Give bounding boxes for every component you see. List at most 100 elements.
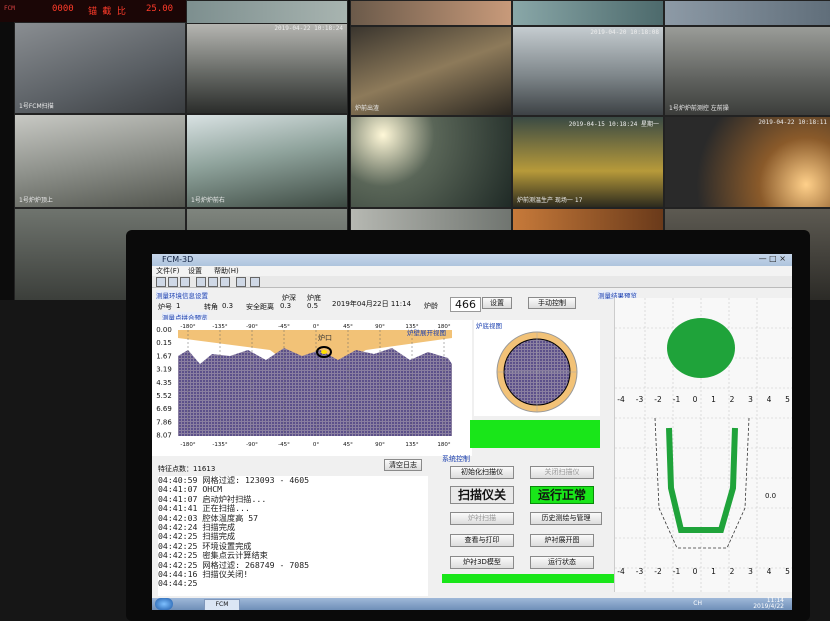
bottom-view-chart: 炉底视图 [476,321,578,413]
camera-feed: 1号炉炉前右 [186,114,348,208]
age-value: 466 [450,297,481,312]
result-x-ticks-top: -4 -3 -2 -1 0 1 2 3 4 5 [617,395,790,404]
angle-label: 转角 [204,303,218,311]
new-file-icon[interactable] [156,277,166,287]
wall-panel-value: 25.00 [146,4,174,14]
bottom-view-panel: 炉底视图 [474,320,600,416]
status-indicator-green [470,420,600,448]
x-tick-label: -2 [654,567,662,576]
help-icon[interactable] [250,277,260,287]
paste-icon[interactable] [220,277,230,287]
depth-tick-label: 0.15 [156,339,172,347]
angle-tick-label: -45° [278,442,290,448]
camera-label: 1号炉炉顶上 [19,197,53,204]
result-right-value: 0.0 [765,492,776,500]
angle-tick-label: 0° [313,442,319,448]
toolbar [152,276,792,288]
age-label: 炉龄 [424,302,438,310]
camera-label: 1号炉炉前测控 左前操 [669,105,729,112]
furnace-mouth-dot [321,350,327,354]
camera-feed: 2019-04-20 10:18:08 [512,26,664,116]
safety-value: 0.3 [280,302,292,310]
unfold-view-panel: -180° -135° -90° -45° 0° 45° 90° 135° 180° -180°… [152,320,472,456]
safety-label: 安全距离 [246,303,274,311]
camera-feed: 2019-04-22 10:18:11 [664,116,830,208]
x-tick-label: -3 [636,567,644,576]
start-button-icon[interactable] [155,598,173,610]
open-folder-icon[interactable] [168,277,178,287]
depth-tick-label: 6.69 [156,405,172,413]
depth-tick-label: 0.00 [156,326,172,334]
x-tick-label: 4 [767,395,772,404]
print-icon[interactable] [236,277,246,287]
angle-tick-label: 45° [343,324,353,330]
taskbar-app-fcm[interactable]: FCM [204,599,240,610]
x-tick-label: 3 [748,567,753,576]
log-line: 04:44:16 扫描仪关闭! [158,569,249,580]
ime-indicator[interactable]: CH [693,600,702,607]
x-tick-label: -1 [673,567,681,576]
angle-tick-label: 90° [375,324,385,330]
view-print-button[interactable]: 查看与打印 [450,534,514,547]
camera-feed [186,0,348,24]
run-state-button[interactable]: 运行状态 [530,556,594,569]
set-button[interactable]: 设置 [482,297,512,309]
depth-tick-label: 4.35 [156,379,172,387]
depth-tick-label: 7.86 [156,418,172,426]
camera-feed [350,116,512,208]
log-line: 04:44:25 [158,578,198,589]
x-tick-label: 5 [785,567,790,576]
angle-tick-label: 180° [437,442,450,448]
unfold-title: 炉壁展开视图 [407,328,446,337]
clear-log-button[interactable]: 清空日志 [384,459,422,471]
menu-bar: 文件(F) 设置 帮助(H) [152,266,792,276]
cut-icon[interactable] [196,277,206,287]
history-button[interactable]: 历史测绘与管理 [530,512,602,525]
window-controls[interactable]: — □ × [759,254,786,263]
log-panel: 04:40:59 网格过滤: 123093 - 4605 04:41:07 OH… [158,475,428,596]
taskbar: FCM CH 11:14 2019/4/22 [152,598,792,610]
angle-tick-label: -180° [180,324,195,330]
menu-file[interactable]: 文件(F) [156,266,180,276]
camera-feed: 2019-04-22 10:18:24 [186,22,348,114]
result-top-view-blob [667,318,735,378]
menu-settings[interactable]: 设置 [188,266,202,276]
lining-scan-button[interactable]: 炉衬扫描 [450,512,514,525]
taskbar-clock[interactable]: 11:14 2019/4/22 [753,598,784,610]
result-side-profile [666,427,738,533]
save-icon[interactable] [180,277,190,287]
x-tick-label: -3 [636,395,644,404]
section-title-env: 测量环境信息设置 [156,290,208,300]
close-scanner-button[interactable]: 关闭扫描仪 [530,466,594,479]
camera-feed [512,0,664,26]
x-tick-label: -1 [673,395,681,404]
menu-help[interactable]: 帮助(H) [214,266,239,276]
x-tick-label: 1 [711,395,716,404]
camera-label: 炉前出渣 [355,105,380,112]
angle-tick-label: -90° [246,442,258,448]
camera-label: 1号FCM扫描 [19,103,54,110]
camera-feed: 2019-04-15 10:18:24 星期一 炉前测温生产 现场一 17 [512,116,664,208]
manual-control-button[interactable]: 手动控制 [528,297,576,309]
window-titlebar[interactable]: FCM-3D — □ × [152,254,792,266]
unfold-point-cloud [178,348,452,436]
init-scanner-button[interactable]: 初始化扫描仪 [450,466,514,479]
result-chart: -4 -3 -2 -1 0 1 2 3 4 5 -4 -3 -2 -1 0 1 2 3 4 5 0.0 [615,298,792,592]
x-tick-label: 4 [767,567,772,576]
x-tick-label: 1 [711,567,716,576]
depth-tick-label: 8.07 [156,432,172,440]
result-panel: -4 -3 -2 -1 0 1 2 3 4 5 -4 -3 -2 -1 0 1 2 3 4 5 0.0 [614,298,792,592]
angle-tick-label: -135° [212,324,227,330]
datetime: 2019年04月22日 11:14 [332,300,412,308]
model-3d-button[interactable]: 炉衬3D模型 [450,556,514,569]
angle-tick-label: -180° [180,442,195,448]
unfold-map-button[interactable]: 炉衬展开图 [530,534,594,547]
x-tick-label: 0 [693,567,698,576]
copy-icon[interactable] [208,277,218,287]
camera-timestamp: 2019-04-22 10:18:24 [274,25,343,32]
x-tick-label: 2 [730,567,735,576]
x-tick-label: 3 [748,395,753,404]
marker-label: 炉口 [318,333,332,342]
clock-date: 2019/4/22 [753,603,784,610]
x-tick-label: 0 [693,395,698,404]
